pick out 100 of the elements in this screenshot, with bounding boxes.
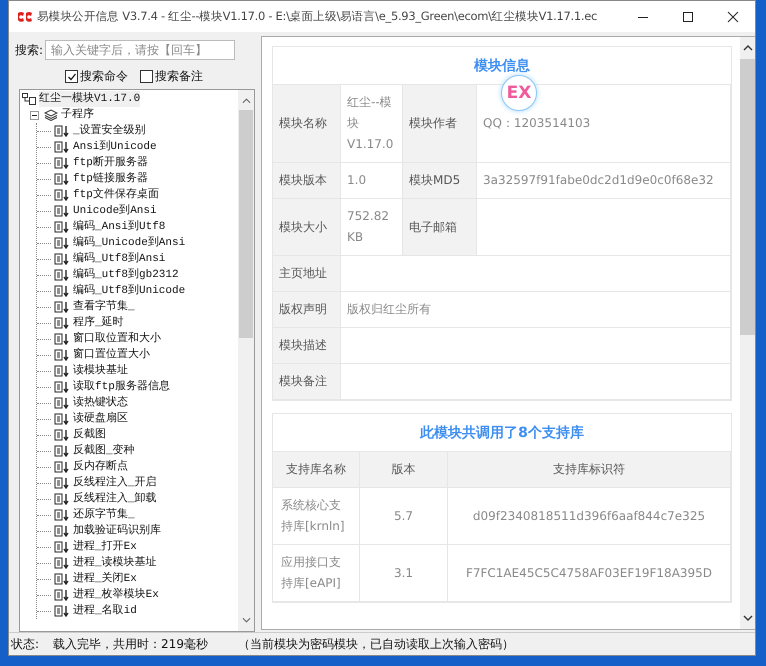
field-label: 模块备注	[273, 364, 341, 400]
tree-item[interactable]: 程序_延时	[73, 315, 124, 331]
document-arrow-icon	[54, 333, 70, 345]
document-arrow-icon	[54, 173, 70, 185]
document-arrow-icon	[54, 365, 70, 377]
tree-item[interactable]: 加载验证码识别库	[73, 523, 161, 539]
table-cell: 3.1	[360, 545, 448, 602]
tree-item[interactable]: 子程序	[61, 107, 94, 123]
status-note: （当前模块为密码模块，已自动读取上次输入密码）	[238, 636, 514, 652]
tree-item[interactable]: 读热键状态	[73, 395, 128, 411]
tree-item[interactable]: 反截图	[73, 427, 106, 443]
tree-item[interactable]: ftp文件保存桌面	[73, 187, 159, 203]
scroll-up-icon[interactable]	[242, 98, 250, 104]
field-label: 模块版本	[273, 163, 341, 199]
table-cell: 应用接口支持库[eAPI]	[273, 545, 360, 602]
scrollbar[interactable]	[740, 37, 755, 629]
document-arrow-icon	[54, 157, 70, 169]
field-label: 模块描述	[273, 328, 341, 364]
document-arrow-icon	[54, 253, 70, 265]
tree-item[interactable]: 进程_枚举模块Ex	[73, 587, 159, 603]
tree-item[interactable]: ftp断开服务器	[73, 155, 148, 171]
document-arrow-icon	[54, 477, 70, 489]
section-title: 此模块共调用了8个支持库	[420, 424, 584, 442]
table-cell: d09f2340818511d396f6aaf844c7e325	[448, 488, 731, 545]
checkbox[interactable]	[65, 70, 78, 83]
tree-item[interactable]: 窗口置位置大小	[73, 347, 150, 363]
column-header: 支持库标识符	[448, 452, 731, 488]
table-cell: F7FC1AE45C5C4758AF03EF19F18A395D	[448, 545, 731, 602]
field-label: 电子邮箱	[403, 199, 477, 256]
document-arrow-icon	[54, 541, 70, 553]
tree-item[interactable]: 查看字节集_	[73, 299, 135, 315]
document-arrow-icon	[54, 317, 70, 329]
scroll-down-icon[interactable]	[742, 615, 752, 621]
tree-item[interactable]: 编码_Utf8到Unicode	[73, 283, 186, 299]
tree-item[interactable]: 读模块基址	[73, 363, 128, 379]
tree-item[interactable]: 读取ftp服务器信息	[73, 379, 170, 395]
document-arrow-icon	[54, 589, 70, 601]
document-arrow-icon	[54, 525, 70, 537]
tree-item[interactable]: 编码_Ansi到Utf8	[73, 219, 166, 235]
document-arrow-icon	[54, 237, 70, 249]
tree-item[interactable]: 反线程注入_开启	[73, 475, 157, 491]
document-arrow-icon	[54, 269, 70, 281]
tree-item[interactable]: 编码_utf8到gb2312	[73, 267, 179, 283]
document-arrow-icon	[54, 141, 70, 153]
tree-item[interactable]: 窗口取位置和大小	[73, 331, 161, 347]
table-cell: 系统核心支持库[krnln]	[273, 488, 360, 545]
tree-item[interactable]: 进程_打开Ex	[73, 539, 137, 555]
app-logo-icon	[17, 10, 33, 22]
document-arrow-icon	[54, 413, 70, 425]
tree-item[interactable]: 读硬盘扇区	[73, 411, 128, 427]
tree-item[interactable]: 进程_关闭Ex	[73, 571, 137, 587]
window-title: 易模块公开信息 V3.7.4 - 红尘--模块V1.17.0 - E:\桌面上级\易语言\e_5.93_Green\ecom\红尘模块V1.17.1.ec	[37, 9, 598, 24]
document-arrow-icon	[54, 205, 70, 217]
scroll-down-icon[interactable]	[242, 617, 250, 623]
document-arrow-icon	[54, 605, 70, 617]
document-arrow-icon	[54, 189, 70, 201]
tree-item[interactable]: Unicode到Ansi	[73, 203, 157, 219]
scroll-up-icon[interactable]	[742, 45, 752, 51]
document-arrow-icon	[54, 461, 70, 473]
tree-item[interactable]: 还原字节集_	[73, 507, 135, 523]
tree-item[interactable]: 反截图_变种	[73, 443, 135, 459]
checkbox[interactable]	[140, 70, 153, 83]
tree-item[interactable]: 编码_Unicode到Ansi	[73, 235, 186, 251]
scrollbar[interactable]	[238, 90, 254, 631]
tree-item[interactable]: 红尘一模块V1.17.0	[39, 91, 140, 107]
document-arrow-icon	[54, 285, 70, 297]
status-label: 状态:	[11, 636, 40, 652]
search-field[interactable]: 输入关键字后，请按【回车】	[45, 40, 236, 60]
search-label: 搜索:	[15, 42, 44, 58]
tree-item[interactable]: Ansi到Unicode	[73, 139, 157, 155]
tree-item[interactable]: 反线程注入_卸载	[73, 491, 157, 507]
column-header: 版本	[360, 452, 448, 488]
value-cell: 3a32597f91fabe0dc2d1d9e0c0f68e32	[477, 163, 731, 199]
field-label: 模块名称	[273, 85, 341, 163]
tree-item[interactable]: 编码_Utf8到Ansi	[73, 251, 166, 267]
document-arrow-icon	[54, 557, 70, 569]
document-arrow-icon	[54, 301, 70, 313]
collapse-toggle[interactable]	[30, 110, 41, 120]
checkbox-label[interactable]: 搜索命令	[80, 68, 128, 85]
layers-icon	[44, 109, 58, 121]
tree-item[interactable]: ftp链接服务器	[73, 171, 148, 187]
document-arrow-icon	[54, 349, 70, 361]
tree-item[interactable]: 进程_名取id	[73, 603, 137, 619]
document-arrow-icon	[54, 381, 70, 393]
document-arrow-icon	[54, 493, 70, 505]
document-arrow-icon	[54, 509, 70, 521]
tree-item[interactable]: 反内存断点	[73, 459, 128, 475]
field-label: 主页地址	[273, 256, 341, 292]
tree-item[interactable]: _设置安全级别	[73, 123, 146, 139]
field-label: 模块大小	[273, 199, 341, 256]
checkbox-label[interactable]: 搜索备注	[155, 68, 203, 85]
section-title: 模块信息	[474, 56, 530, 74]
tree-item[interactable]: 进程_读模块基址	[73, 555, 157, 571]
close-icon[interactable]	[727, 10, 739, 22]
status-message: 载入完毕，共用时：219毫秒	[53, 636, 208, 652]
document-arrow-icon	[54, 397, 70, 409]
document-arrow-icon	[54, 445, 70, 457]
table-cell: 5.7	[360, 488, 448, 545]
column-header: 支持库名称	[273, 452, 360, 488]
maximize-icon[interactable]	[682, 10, 694, 22]
